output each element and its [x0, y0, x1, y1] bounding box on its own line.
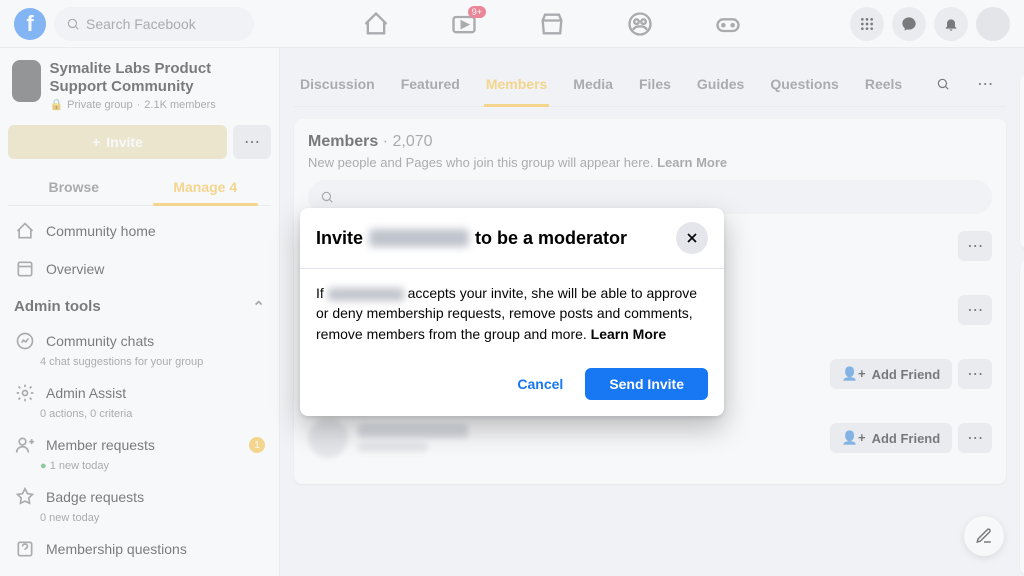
send-invite-button[interactable]: Send Invite — [585, 368, 708, 400]
redacted-username — [328, 288, 404, 301]
cancel-button[interactable]: Cancel — [505, 368, 575, 400]
learn-more-link[interactable]: Learn More — [591, 326, 666, 342]
modal-header: Invite to be a moderator — [300, 208, 724, 269]
close-icon — [684, 230, 700, 246]
close-button[interactable] — [676, 222, 708, 254]
invite-moderator-modal: Invite to be a moderator If accepts your… — [300, 208, 724, 416]
redacted-username — [369, 229, 469, 247]
modal-body: If accepts your invite, she will be able… — [300, 269, 724, 358]
modal-footer: Cancel Send Invite — [300, 358, 724, 416]
modal-backdrop: Invite to be a moderator If accepts your… — [0, 0, 1024, 576]
modal-title: Invite to be a moderator — [316, 228, 676, 249]
